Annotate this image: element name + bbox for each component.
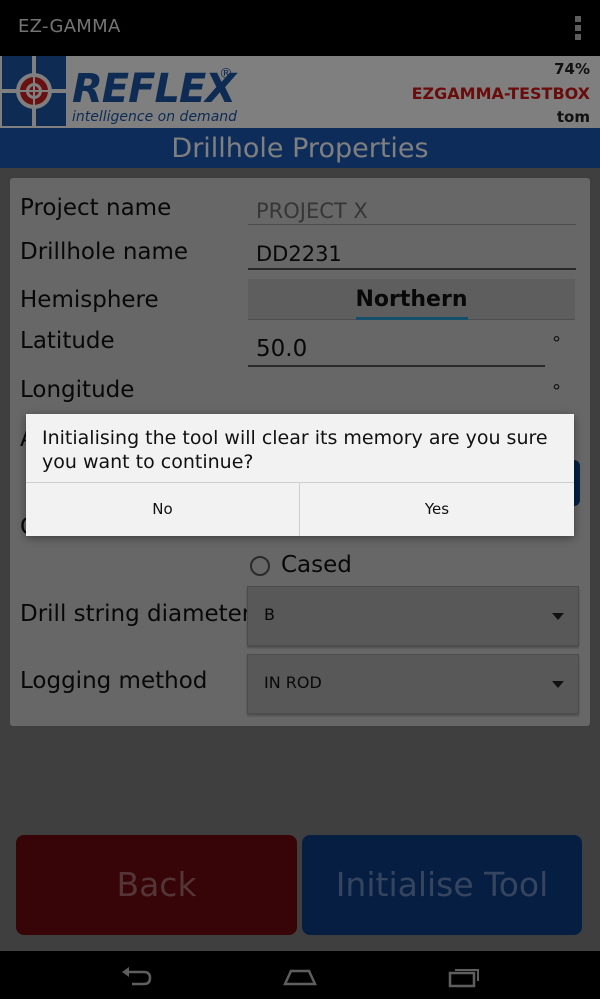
dialog-message: Initialising the tool will clear its mem… xyxy=(42,427,548,473)
confirm-dialog: Initialising the tool will clear its mem… xyxy=(26,414,574,536)
dialog-no-button[interactable]: No xyxy=(26,483,299,536)
dialog-yes-button[interactable]: Yes xyxy=(300,483,574,536)
